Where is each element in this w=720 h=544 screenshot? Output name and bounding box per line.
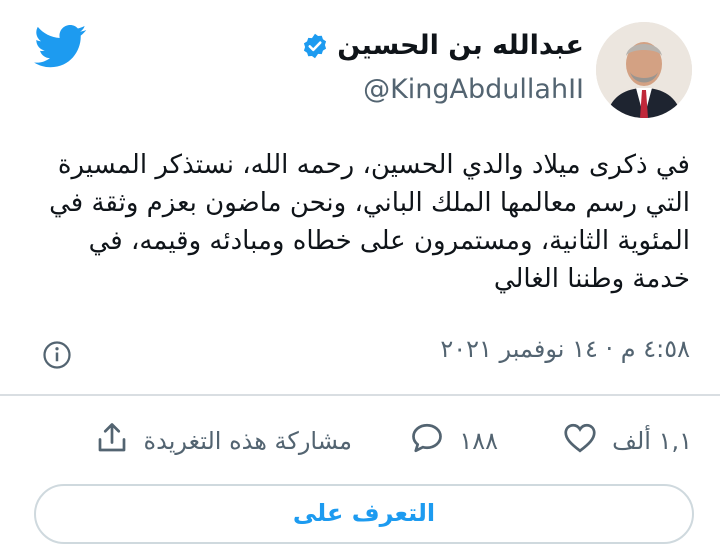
info-icon[interactable] (42, 340, 72, 370)
author-name[interactable]: عبدالله بن الحسين (337, 30, 584, 61)
reply-bubble-icon (409, 420, 445, 462)
reply-button[interactable]: ١٨٨ (409, 420, 498, 462)
tweet-text: في ذكرى ميلاد والدي الحسين، رحمه الله، ن… (49, 150, 690, 294)
follow-button[interactable]: التعرف على (34, 484, 694, 544)
twitter-bird-icon (30, 20, 92, 72)
share-upload-icon (94, 420, 130, 462)
verified-badge-icon (301, 32, 329, 60)
author-handle[interactable]: @KingAbdullahII (363, 74, 584, 105)
reply-count: ١٨٨ (459, 427, 498, 455)
heart-icon (562, 420, 598, 462)
author-name-row[interactable]: عبدالله بن الحسين (301, 30, 584, 61)
like-button[interactable]: ١,١ ألف (562, 420, 692, 462)
avatar[interactable] (596, 22, 692, 118)
divider (0, 394, 720, 396)
share-label: مشاركة هذه التغريدة (143, 427, 352, 455)
like-count: ١,١ ألف (612, 427, 692, 455)
share-button[interactable]: مشاركة هذه التغريدة (94, 420, 352, 462)
tweet-timestamp[interactable]: ٤:٥٨ م · ١٤ نوفمبر ٢٠٢١ (440, 335, 690, 363)
